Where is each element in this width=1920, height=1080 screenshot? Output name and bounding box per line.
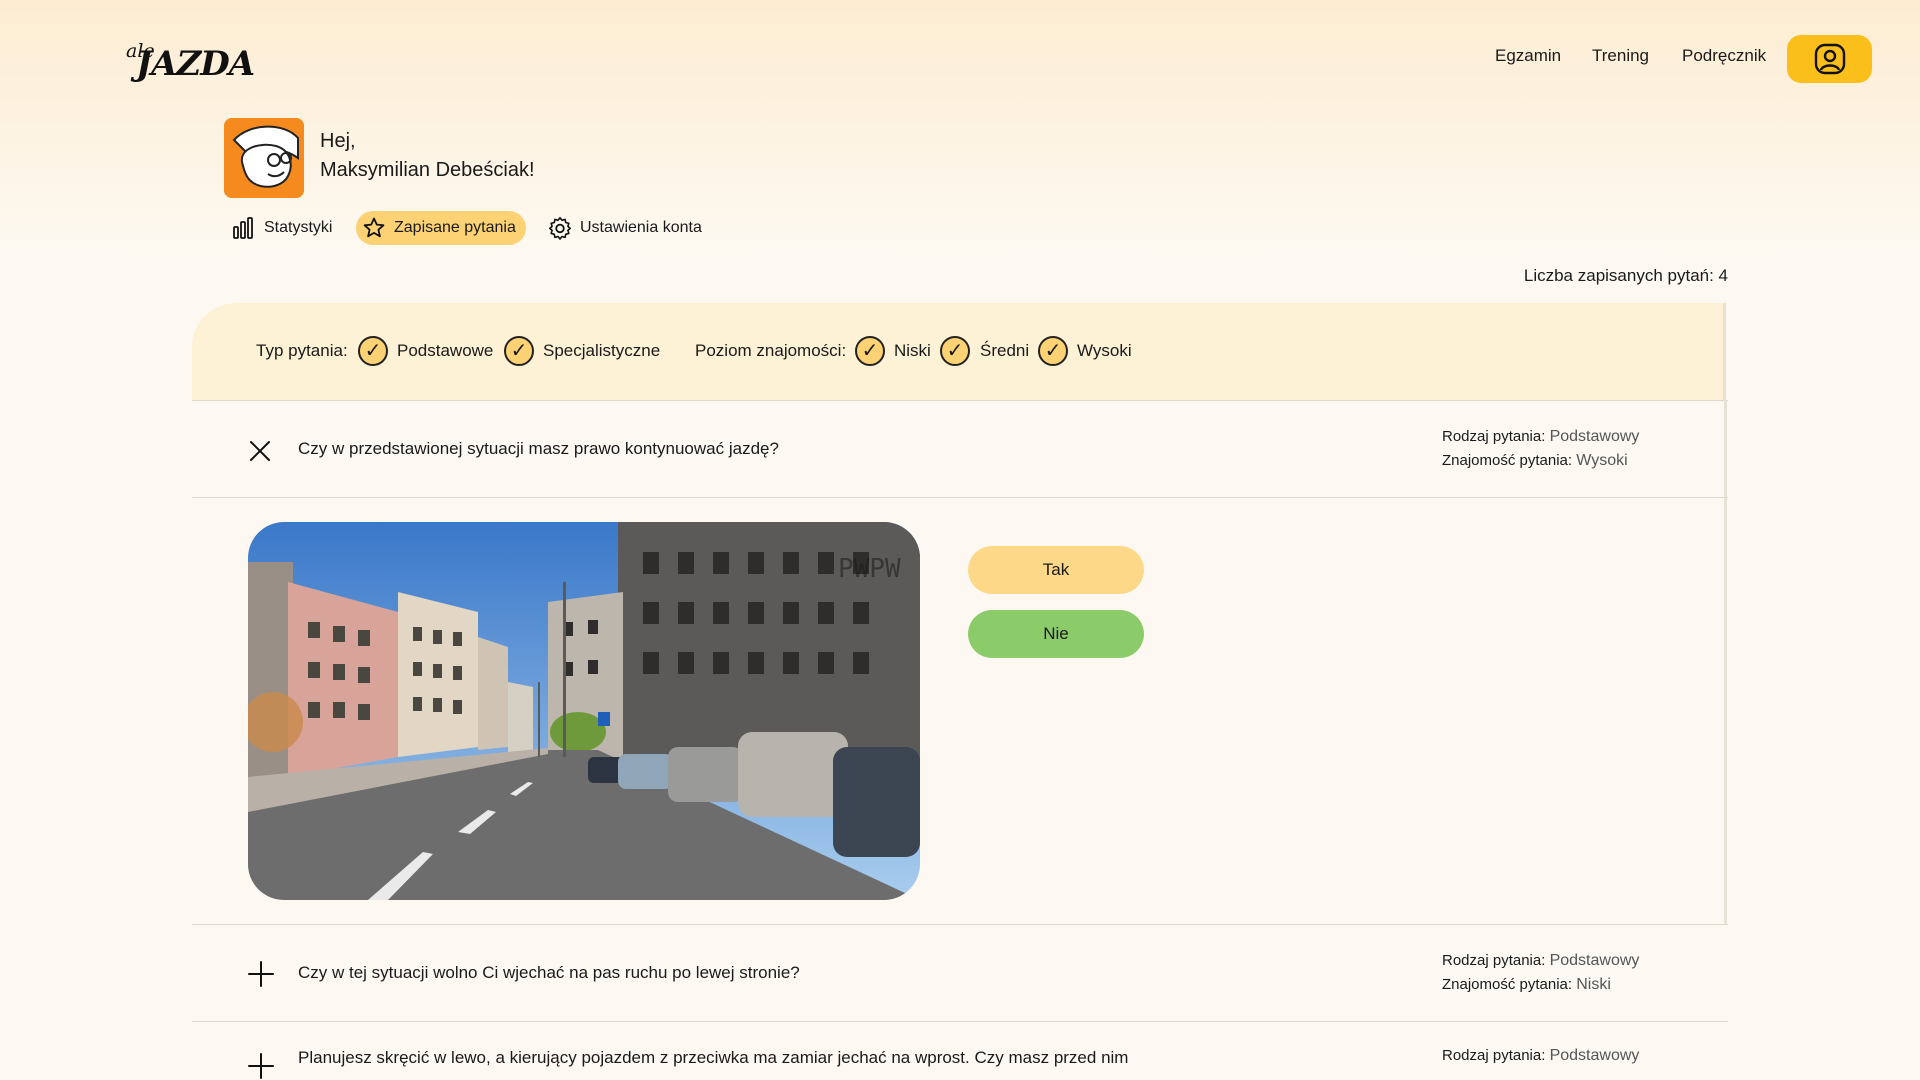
meta-type-value: Podstawowy: [1549, 1047, 1640, 1064]
nav-trening[interactable]: Trening: [1592, 46, 1649, 66]
plus-icon[interactable]: [247, 960, 275, 988]
close-icon[interactable]: [247, 438, 273, 464]
question-row[interactable]: Planujesz skręcić w lewo, a kierujący po…: [0, 1022, 1920, 1080]
tab-ustawienia-konta-label: Ustawienia konta: [580, 219, 702, 236]
tab-zapisane-pytania[interactable]: Zapisane pytania: [356, 211, 526, 245]
question-media-image: PWPW: [248, 522, 920, 900]
filter-level-label: Poziom znajomości:: [695, 341, 847, 360]
meta-type-label: Rodzaj pytania:: [1442, 952, 1546, 969]
meta-type-value: Podstawowy: [1549, 428, 1640, 445]
filter-level-niski[interactable]: Niski: [894, 341, 931, 361]
question-text[interactable]: Czy w tej sytuacji wolno Ci wjechać na p…: [298, 963, 800, 983]
divider: [192, 497, 1728, 498]
question-text[interactable]: Czy w przedstawionej sytuacji masz prawo…: [298, 439, 779, 459]
meta-type-value: Podstawowy: [1549, 952, 1640, 969]
meta-familiarity-label: Znajomość pytania:: [1442, 452, 1573, 469]
bar-chart-icon: [233, 217, 253, 239]
tab-statystyki[interactable]: Statystyki: [232, 211, 332, 245]
filter-level-wysoki[interactable]: Wysoki: [1077, 341, 1132, 361]
tab-zapisane-pytania-label: Zapisane pytania: [394, 219, 516, 236]
gear-icon: [549, 217, 571, 240]
divider: [192, 924, 1728, 925]
user-icon: [1814, 43, 1845, 75]
meta-familiarity-value: Wysoki: [1576, 452, 1628, 469]
question-meta: Rodzaj pytania: Podstawowy Znajomość pyt…: [1442, 425, 1639, 473]
meta-type-label: Rodzaj pytania:: [1442, 1047, 1546, 1064]
star-icon: [363, 217, 385, 238]
filter-type-label: Typ pytania:: [256, 341, 348, 360]
filter-type-specjalistyczne[interactable]: Specjalistyczne: [543, 341, 660, 361]
media-watermark: PWPW: [838, 554, 901, 584]
check-icon[interactable]: ✓: [855, 336, 885, 366]
answer-tak-button[interactable]: Tak: [968, 546, 1144, 594]
check-icon[interactable]: ✓: [504, 336, 534, 366]
check-icon[interactable]: ✓: [940, 336, 970, 366]
app-logo[interactable]: ale JAZDA: [126, 40, 255, 84]
nav-podrecznik[interactable]: Podręcznik: [1682, 46, 1766, 66]
tab-statystyki-label: Statystyki: [264, 219, 333, 236]
logo-wordmark: JAZDA: [136, 44, 255, 84]
greeting: Hej,: [320, 130, 356, 152]
filter-level-sredni[interactable]: Średni: [980, 341, 1029, 361]
plus-icon[interactable]: [247, 1052, 275, 1080]
answer-nie-button[interactable]: Nie: [968, 610, 1144, 658]
top-header: ale JAZDA Egzamin Trening Podręcznik: [0, 0, 1920, 120]
avatar: [224, 118, 304, 198]
user-name: Maksymilian Debeściak!: [320, 159, 535, 181]
divider: [192, 400, 1728, 401]
filter-type-podstawowe[interactable]: Podstawowe: [397, 341, 493, 361]
question-meta: Rodzaj pytania: Podstawowy: [1442, 1047, 1639, 1065]
nav-egzamin[interactable]: Egzamin: [1495, 46, 1561, 66]
saved-questions-count: Liczba zapisanych pytań: 4: [1523, 266, 1728, 285]
meta-familiarity-label: Znajomość pytania:: [1442, 976, 1573, 993]
panel-border: [1724, 400, 1727, 925]
meta-type-label: Rodzaj pytania:: [1442, 428, 1546, 445]
question-text[interactable]: Planujesz skręcić w lewo, a kierujący po…: [298, 1048, 1128, 1068]
check-icon[interactable]: ✓: [358, 336, 388, 366]
meta-familiarity-value: Niski: [1576, 976, 1611, 993]
question-meta: Rodzaj pytania: Podstawowy Znajomość pyt…: [1442, 949, 1639, 997]
check-icon[interactable]: ✓: [1038, 336, 1068, 366]
account-button[interactable]: [1787, 35, 1872, 83]
tab-ustawienia-konta[interactable]: Ustawienia konta: [548, 211, 702, 245]
